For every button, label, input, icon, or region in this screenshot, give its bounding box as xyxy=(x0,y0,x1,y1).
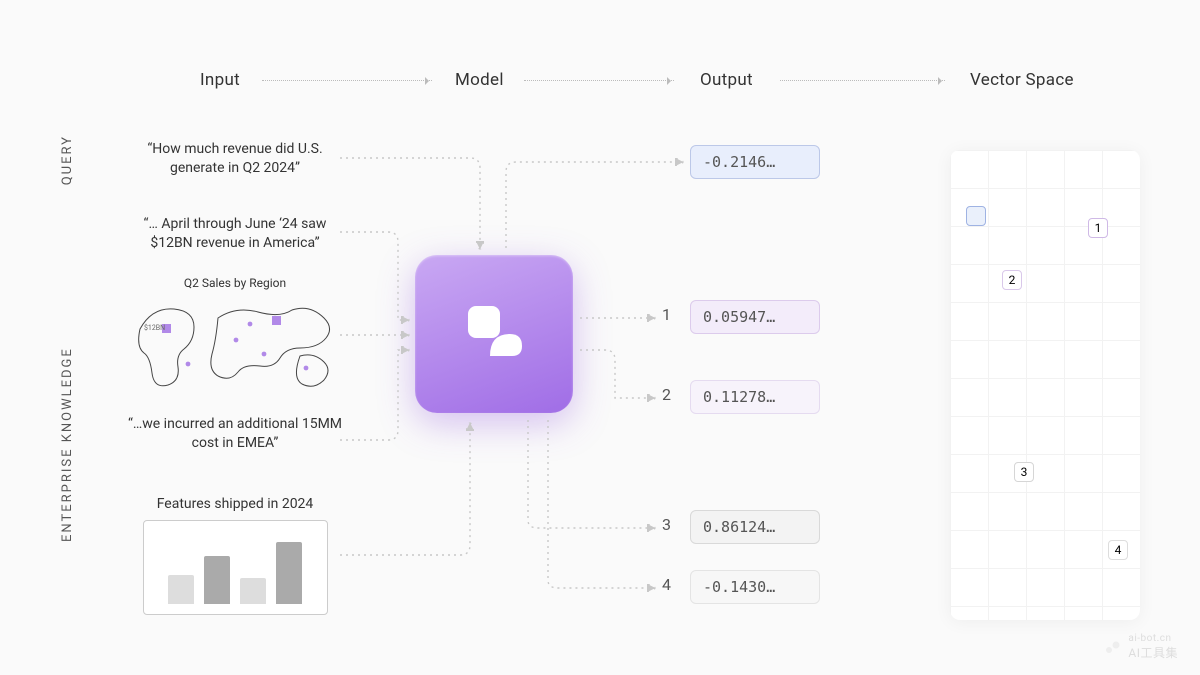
barchart-title: Features shipped in 2024 xyxy=(125,495,345,514)
watermark-name: AI工具集 xyxy=(1128,644,1178,661)
side-label-query: QUERY xyxy=(60,135,75,185)
watermark-icon xyxy=(1104,638,1122,656)
header-input: Input xyxy=(200,70,240,90)
side-label-enterprise-knowledge: ENTERPRISE KNOWLEDGE xyxy=(60,280,75,610)
header-arrow-icon xyxy=(524,80,674,81)
column-headers: Input Model Output Vector Space xyxy=(0,70,1200,100)
vector-point-4: 4 xyxy=(1108,540,1128,560)
output-vector-2: 0.11278… xyxy=(690,380,820,414)
output-index-4: 4 xyxy=(662,575,671,594)
watermark-url: ai-bot.cn xyxy=(1128,633,1178,644)
output-vector-4: -0.1430… xyxy=(690,570,820,604)
input-knowledge-4: Features shipped in 2024 xyxy=(125,495,345,615)
header-model: Model xyxy=(455,70,504,90)
vector-space-grid: 1 2 3 4 xyxy=(950,150,1140,620)
vector-point-1: 1 xyxy=(1088,218,1108,238)
output-index-2: 2 xyxy=(662,385,671,404)
embedding-model xyxy=(415,255,573,413)
bar-chart-icon xyxy=(143,520,328,615)
header-arrow-icon xyxy=(780,80,945,81)
output-index-3: 3 xyxy=(662,515,671,534)
input-knowledge-2-map: Q2 Sales by Region $12BN xyxy=(125,275,345,400)
vector-point-2: 2 xyxy=(1002,270,1022,290)
output-vector-3: 0.86124… xyxy=(690,510,820,544)
input-knowledge-3: “…we incurred an additional 15MM cost in… xyxy=(125,415,345,453)
watermark: ai-bot.cn AI工具集 xyxy=(1104,633,1178,661)
vector-point-3: 3 xyxy=(1014,462,1034,482)
input-knowledge-1: “… April through June ‘24 saw $12BN reve… xyxy=(125,215,345,253)
output-index-1: 1 xyxy=(662,305,671,324)
map-title: Q2 Sales by Region xyxy=(125,275,345,291)
header-output: Output xyxy=(700,70,753,90)
output-vector-query: -0.2146… xyxy=(690,145,820,179)
input-query-text: “How much revenue did U.S. generate in Q… xyxy=(125,140,345,178)
header-vector-space: Vector Space xyxy=(970,70,1074,90)
world-map-icon: $12BN xyxy=(130,294,340,394)
vector-point-query xyxy=(966,206,986,226)
output-vector-1: 0.05947… xyxy=(690,300,820,334)
model-icon xyxy=(458,298,530,370)
header-arrow-icon xyxy=(262,80,432,81)
map-badge: $12BN xyxy=(144,324,165,332)
